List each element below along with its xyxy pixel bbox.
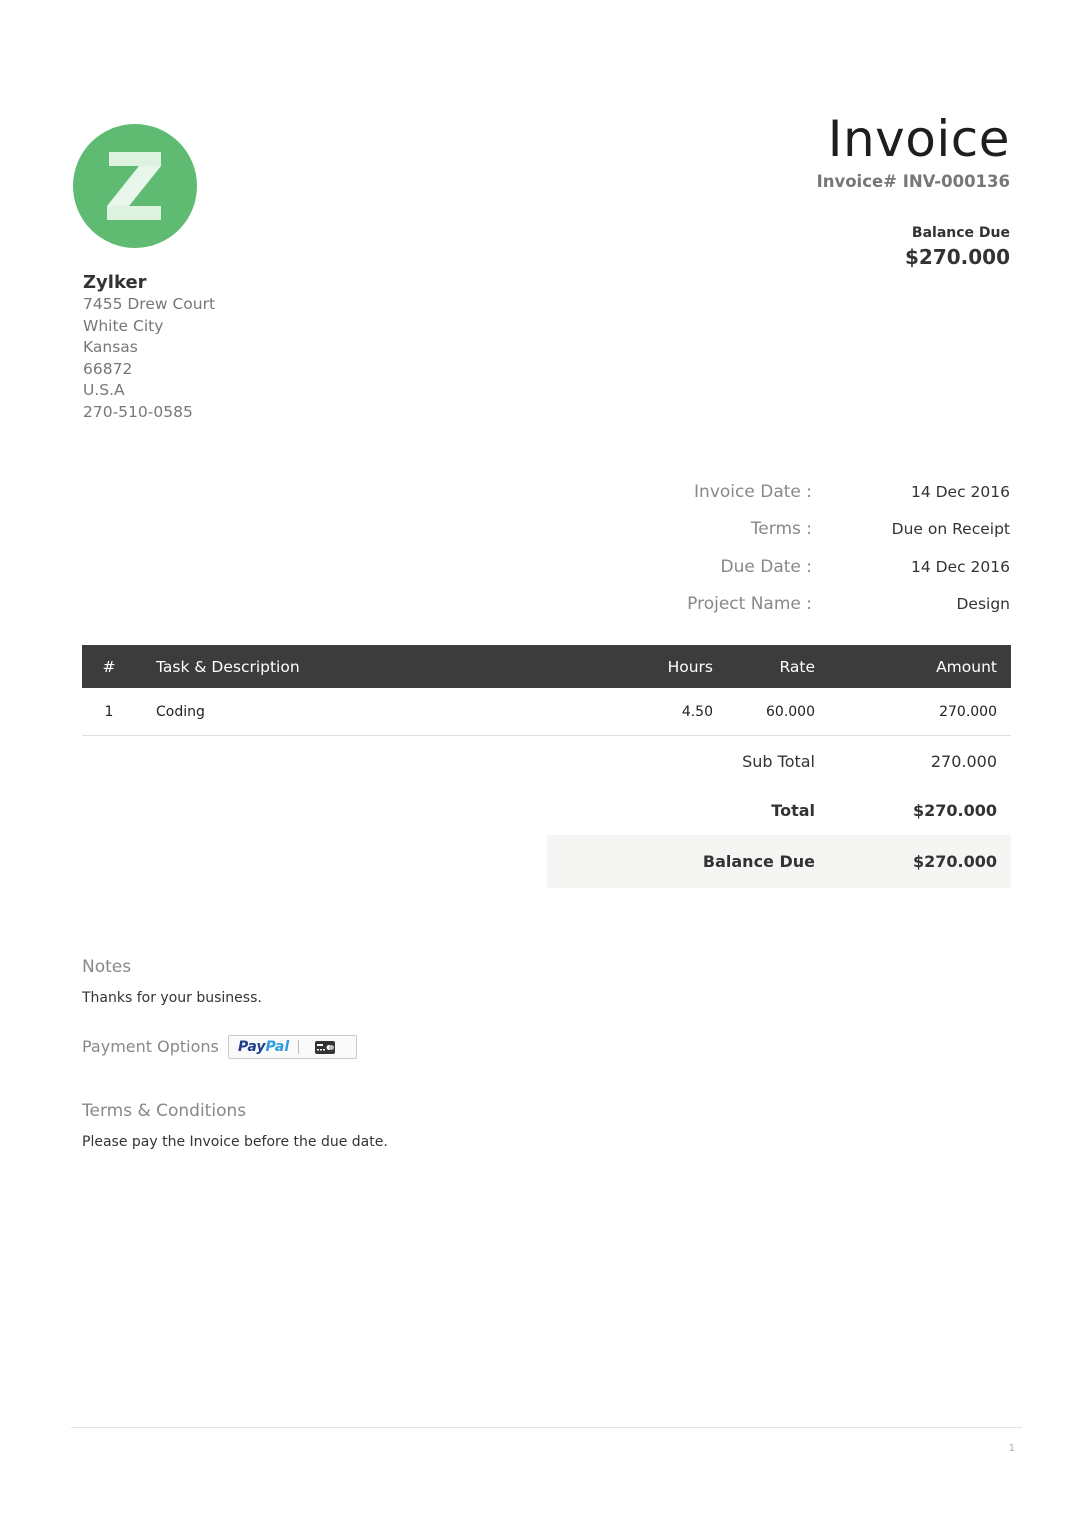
- paypal-logo-part1: Pay: [238, 1039, 266, 1055]
- balance-due-row-label: Balance Due: [702, 852, 815, 871]
- col-header-description: Task & Description: [156, 657, 300, 676]
- invoice-title: Invoice: [827, 110, 1010, 168]
- balance-due-row: Balance Due $270.000: [547, 835, 1011, 888]
- notes-title: Notes: [82, 957, 132, 977]
- payment-options-box[interactable]: PayPal: [228, 1035, 357, 1059]
- meta-value: Design: [956, 595, 1010, 614]
- meta-label: Due Date :: [720, 556, 813, 577]
- paypal-logo-part2: Pal: [265, 1039, 290, 1055]
- sub-total-row: Sub Total 270.000: [547, 737, 1011, 786]
- items-table-header: # Task & Description Hours Rate Amount: [82, 645, 1011, 688]
- col-header-hours: Hours: [667, 657, 713, 676]
- payment-separator: [298, 1040, 299, 1054]
- balance-due-label: Balance Due: [911, 225, 1010, 241]
- company-logo: [73, 124, 197, 248]
- footer-divider: [71, 1427, 1022, 1428]
- totals-block: Sub Total 270.000 Total $270.000 Balance…: [547, 737, 1011, 888]
- address-line: 7455 Drew Court: [83, 295, 216, 313]
- item-amount: 270.000: [939, 703, 997, 720]
- meta-value: Due on Receipt: [891, 520, 1010, 539]
- meta-label: Invoice Date :: [694, 481, 812, 502]
- z-logo-icon: [107, 152, 161, 220]
- total-value: $270.000: [912, 801, 997, 820]
- meta-label: Project Name :: [687, 594, 812, 615]
- total-label: Total: [771, 801, 815, 820]
- balance-due-amount: $270.000: [904, 245, 1010, 269]
- credit-card-icon[interactable]: [315, 1040, 335, 1054]
- meta-value: 14 Dec 2016: [910, 557, 1010, 576]
- meta-row-due-date: Due Date : 14 Dec 2016: [560, 548, 1011, 586]
- meta-row-project-name: Project Name : Design: [560, 586, 1010, 624]
- sub-total-value: 270.000: [930, 752, 997, 771]
- phone-number: 270-510-0585: [83, 402, 193, 421]
- col-header-number: #: [102, 657, 116, 676]
- meta-label: Terms :: [750, 519, 812, 540]
- payment-options-label: Payment Options: [82, 1037, 219, 1056]
- terms-text: Please pay the Invoice before the due da…: [82, 1134, 388, 1150]
- meta-value: 14 Dec 2016: [910, 482, 1010, 501]
- address-line: U.S.A: [83, 381, 125, 399]
- table-row: 1 Coding 4.50 60.000 270.000: [82, 688, 1011, 736]
- paypal-logo[interactable]: PayPal: [238, 1039, 294, 1055]
- col-header-amount: Amount: [936, 657, 997, 676]
- address-line: Kansas: [83, 338, 138, 356]
- company-name: Zylker: [83, 272, 147, 293]
- terms-title: Terms & Conditions: [82, 1101, 247, 1121]
- meta-row-terms: Terms : Due on Receipt: [560, 511, 1010, 549]
- item-number: 1: [104, 703, 114, 720]
- item-rate: 60.000: [766, 703, 815, 720]
- notes-text: Thanks for your business.: [82, 990, 262, 1006]
- balance-due-row-value: $270.000: [912, 852, 997, 871]
- company-info: Zylker 7455 Drew Court White City Kansas…: [83, 272, 383, 423]
- meta-row-invoice-date: Invoice Date : 14 Dec 2016: [560, 473, 1010, 511]
- address-line: 66872: [83, 359, 133, 378]
- item-hours: 4.50: [681, 703, 713, 720]
- page-number: 1: [1008, 1443, 1015, 1454]
- items-table: # Task & Description Hours Rate Amount 1…: [82, 645, 1011, 736]
- invoice-number: Invoice# INV-000136: [816, 172, 1010, 191]
- invoice-meta: Invoice Date : 14 Dec 2016 Terms : Due o…: [560, 473, 1010, 623]
- total-row: Total $270.000: [547, 786, 1011, 835]
- address-line: White City: [83, 316, 164, 335]
- sub-total-label: Sub Total: [742, 752, 815, 771]
- col-header-rate: Rate: [779, 657, 815, 676]
- item-description: Coding: [156, 703, 205, 720]
